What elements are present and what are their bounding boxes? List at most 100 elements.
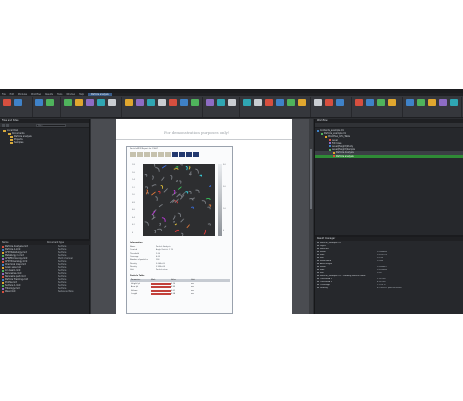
- view-thumbnail[interactable]: [137, 152, 143, 157]
- expand-arrow-icon[interactable]: [317, 272, 319, 273]
- ribbon-tool-icon[interactable]: [417, 99, 425, 106]
- mark-checkbox[interactable]: [151, 283, 171, 285]
- ribbon-tool-icon[interactable]: [180, 99, 188, 106]
- ribbon-tool-icon[interactable]: [243, 99, 251, 106]
- property-row: Threshold 2.00: [130, 253, 230, 255]
- particle: [203, 229, 207, 235]
- cell-mark[interactable]: [150, 292, 171, 296]
- expand-arrow-icon[interactable]: [317, 257, 319, 258]
- forward-icon[interactable]: [6, 124, 9, 127]
- particle: [205, 198, 211, 201]
- result-key: Max: [320, 269, 325, 271]
- ribbon-tool-icon[interactable]: [217, 99, 225, 106]
- ribbon-tool-icon[interactable]: [388, 99, 396, 106]
- ribbon-tool-icon[interactable]: [3, 99, 11, 106]
- expand-arrow-icon[interactable]: [317, 266, 319, 267]
- ribbon-tool-icon[interactable]: [355, 99, 363, 106]
- ribbon-tool-icon[interactable]: [64, 99, 72, 106]
- view-thumbnail[interactable]: [193, 152, 199, 157]
- ribbon-tool-icon[interactable]: [439, 99, 447, 106]
- expand-arrow-icon[interactable]: [317, 260, 319, 261]
- ribbon-tool-icon[interactable]: [314, 99, 322, 106]
- mark-checkbox[interactable]: [151, 289, 171, 292]
- expand-arrow-icon[interactable]: [317, 284, 319, 285]
- ribbon-tool-icon[interactable]: [46, 99, 54, 106]
- ribbon-tool-icon[interactable]: [265, 99, 273, 106]
- ribbon-tool-icon[interactable]: [169, 99, 177, 106]
- ribbon-tool-icon[interactable]: [158, 99, 166, 106]
- expand-arrow-icon[interactable]: [317, 269, 319, 270]
- y-tick-label: 1.6: [132, 171, 135, 174]
- mark-checkbox[interactable]: [151, 292, 171, 295]
- expand-arrow-icon[interactable]: [317, 278, 319, 279]
- ribbon-tool-icon[interactable]: [75, 99, 83, 106]
- step-icon: [317, 129, 319, 132]
- view-thumbnail[interactable]: [144, 152, 150, 157]
- ribbon-tool-icon[interactable]: [97, 99, 105, 106]
- file-row[interactable]: Wear.mnt Series surface: [0, 290, 90, 293]
- property-key: Name: [130, 246, 136, 248]
- expand-arrow-icon[interactable]: [317, 245, 319, 246]
- ribbon-tool-icon[interactable]: [254, 99, 262, 106]
- ribbon-tool-icon[interactable]: [377, 99, 385, 106]
- ribbon-tool-icon[interactable]: [108, 99, 116, 106]
- ribbon-tool-icon[interactable]: [325, 99, 333, 106]
- tree-item[interactable]: Samples: [3, 141, 89, 144]
- view-thumbnail[interactable]: [151, 152, 157, 157]
- ribbon-group: [312, 97, 352, 117]
- table-header: Parameter Mark Value Unit: [130, 279, 230, 282]
- expand-arrow-icon[interactable]: [317, 275, 319, 276]
- expand-arrow-icon[interactable]: [317, 251, 319, 252]
- back-icon[interactable]: [2, 124, 5, 127]
- view-thumbnail[interactable]: [165, 152, 171, 157]
- step-icon: [333, 151, 335, 154]
- ribbon-tool-icon[interactable]: [136, 99, 144, 106]
- ribbon-tool-icon[interactable]: [206, 99, 214, 106]
- particle: [154, 229, 157, 234]
- document-scrollbar[interactable]: [309, 119, 313, 314]
- ribbon-tool-icon[interactable]: [191, 99, 199, 106]
- step-icon: [333, 155, 335, 157]
- table-row[interactable]: Length 0.58 nm: [130, 292, 230, 296]
- report-frame[interactable]: ParticleMFM Report for 19667 1.8 1.6 1.4 1.…: [126, 146, 233, 314]
- expand-arrow-icon[interactable]: [317, 281, 319, 282]
- view-thumbnail[interactable]: [186, 152, 192, 157]
- ribbon-tool-icon[interactable]: [287, 99, 295, 106]
- ribbon-tool-icon[interactable]: [125, 99, 133, 106]
- ribbon-tool-icon[interactable]: [428, 99, 436, 106]
- expand-arrow-icon[interactable]: [317, 287, 319, 288]
- expand-arrow-icon[interactable]: [317, 242, 319, 243]
- particle: [173, 168, 179, 170]
- result-key: Max: [320, 254, 325, 256]
- expand-arrow-icon[interactable]: [317, 254, 319, 255]
- result-row[interactable]: Density 8.79E+01 particles/mm²: [317, 287, 463, 290]
- ribbon-tool-icon[interactable]: [336, 99, 344, 106]
- filter-input[interactable]: Filter: [36, 124, 66, 127]
- particle: [207, 206, 211, 210]
- mark-checkbox[interactable]: [151, 286, 171, 289]
- view-thumbnail[interactable]: [130, 152, 136, 157]
- view-thumbnail[interactable]: [179, 152, 185, 157]
- th-mark: Mark: [151, 279, 156, 281]
- particle-image[interactable]: [143, 164, 215, 236]
- ribbon-tool-icon[interactable]: [276, 99, 284, 106]
- ribbon-tool-icon[interactable]: [298, 99, 306, 106]
- ribbon-tool-icon[interactable]: [406, 99, 414, 106]
- workflow-step[interactable]: Particle analysis: [315, 154, 463, 158]
- view-thumbnail[interactable]: [172, 152, 178, 157]
- ribbon-tool-icon[interactable]: [35, 99, 43, 106]
- ribbon-tool-icon[interactable]: [366, 99, 374, 106]
- folder-icon: [10, 141, 13, 144]
- particle: [164, 225, 167, 228]
- scroll-thumb[interactable]: [310, 149, 312, 209]
- ribbon-tool-icon[interactable]: [147, 99, 155, 106]
- property-key: Density: [130, 265, 137, 268]
- view-thumbnail[interactable]: [158, 152, 164, 157]
- ribbon-tool-icon[interactable]: [228, 99, 236, 106]
- property-value: Angle Particle 1 19: [156, 249, 173, 252]
- ribbon-tool-icon[interactable]: [86, 99, 94, 106]
- ribbon-tool-icon[interactable]: [450, 99, 458, 106]
- ribbon-tool-icon[interactable]: [14, 99, 22, 106]
- expand-arrow-icon[interactable]: [317, 248, 319, 249]
- expand-arrow-icon[interactable]: [317, 263, 319, 264]
